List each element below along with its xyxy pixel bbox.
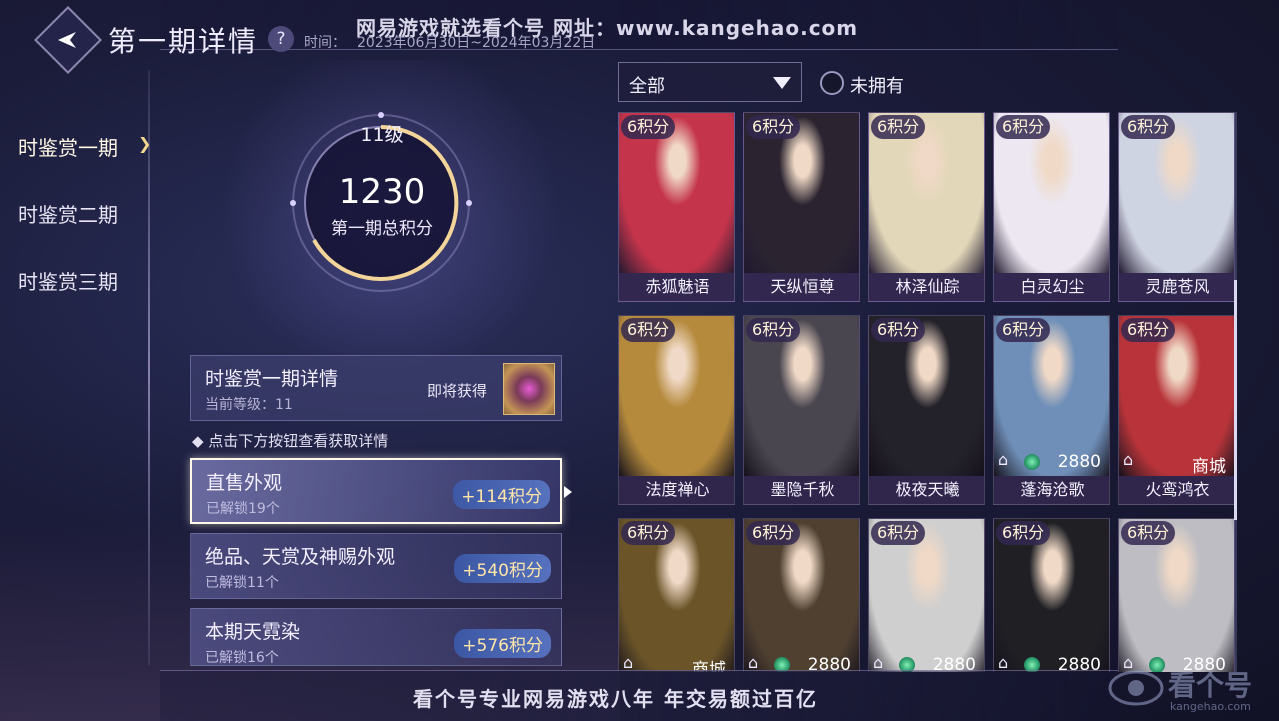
category-unlocked: 已解锁11个 [205,575,279,591]
costume-card[interactable]: 6积分白灵幻尘 [993,112,1110,302]
menu-item-period-2[interactable]: 时鉴赏二期 [18,199,118,228]
card-name: 灵鹿苍风 [1119,273,1234,301]
time-value: 2023年06月30日~2024年03月22日 [357,35,596,51]
detail-title: 时鉴赏一期详情 [205,368,339,390]
help-icon[interactable]: ? [268,26,294,52]
card-points: 6积分 [746,521,801,545]
costume-card[interactable]: 6积分 ⌂ 商城 [618,518,735,672]
costume-card[interactable]: 6积分 ⌂ 2880 [993,518,1110,672]
hint-text: ◆ 点击下方按钮查看获取详情 [192,432,389,450]
lock-icon: ⌂ [998,450,1009,469]
card-name: 赤狐魅语 [619,273,734,301]
menu-item-period-1[interactable]: 时鉴赏一期 [18,132,118,161]
category-unlocked: 已解锁16个 [205,650,279,666]
menu-item-period-3[interactable]: 时鉴赏三期 [18,266,118,295]
card-name: 极夜天曦 [869,476,984,504]
reward-item-icon[interactable] [503,363,555,415]
card-points: 6积分 [996,318,1051,342]
costume-card[interactable]: 6积分墨隐千秋 [743,315,860,505]
card-points: 6积分 [1121,521,1176,545]
card-price: 2880 [1057,452,1101,472]
costume-card[interactable]: 6积分林泽仙踪 [868,112,985,302]
bottom-banner-text: 看个号专业网易游戏八年 年交易额过百亿 [413,687,818,711]
costume-card[interactable]: 6积分法度禅心 [618,315,735,505]
menu-divider [148,70,150,665]
card-shop-label: 商城 [1192,457,1226,477]
category-title: 直售外观 [206,472,283,494]
watermark-text: 看个号 [1168,669,1253,702]
detail-soon-label: 即将获得 [427,382,488,400]
card-name: 法度禅心 [619,476,734,504]
card-name: 白灵幻尘 [994,273,1109,301]
card-name: 林泽仙踪 [869,273,984,301]
costume-card[interactable]: 6积分 ⌂ 2880 [868,518,985,672]
total-score-label: 第一期总积分 [331,219,433,239]
eye-logo-icon [1108,670,1164,706]
card-points: 6积分 [1121,318,1176,342]
time-label: 时间： [304,35,346,51]
category-premium[interactable]: 绝品、天赏及神赐外观 已解锁11个 +540积分 [190,533,562,599]
card-name: 天纵恒尊 [744,273,859,301]
lock-icon: ⌂ [1123,450,1134,469]
card-name: 蓬海沧歌 [994,476,1109,504]
category-unlocked: 已解锁19个 [206,501,280,517]
page-title: 第一期详情 [108,25,259,58]
costume-card[interactable]: 6积分天纵恒尊 [743,112,860,302]
back-arrow-icon [58,32,76,48]
costume-card[interactable]: 6积分 ⌂ 2880 [1118,518,1235,672]
category-title: 绝品、天赏及神赐外观 [205,546,396,568]
costume-card[interactable]: 6积分极夜天曦 [868,315,985,505]
unowned-label: 未拥有 [850,76,904,97]
category-title: 本期天霓染 [205,621,301,643]
card-points: 6积分 [871,115,926,139]
card-points: 6积分 [871,318,926,342]
card-name: 火鸾鸿衣 [1119,476,1234,504]
filter-selected: 全部 [629,76,665,97]
card-points: 6积分 [996,115,1051,139]
total-score: 1230 [338,172,426,212]
category-points: +114积分 [453,480,550,509]
level-text: 11级 [360,124,404,146]
category-direct-sale[interactable]: 直售外观 已解锁19个 +114积分 [190,458,562,524]
card-points: 6积分 [746,115,801,139]
back-button[interactable] [34,6,102,74]
card-name: 墨隐千秋 [744,476,859,504]
watermark-subtext: kangehao.com [1170,700,1251,713]
card-points: 6积分 [621,521,676,545]
detail-level: 当前等级：11 [205,397,293,413]
detail-card[interactable]: 时鉴赏一期详情 当前等级：11 即将获得 [190,355,562,421]
card-points: 6积分 [871,521,926,545]
card-points: 6积分 [621,318,676,342]
unowned-radio[interactable] [820,71,844,95]
filter-dropdown[interactable]: 全部 [618,62,802,102]
card-points: 6积分 [1121,115,1176,139]
card-points: 6积分 [746,318,801,342]
costume-card[interactable]: 6积分 ⌂ 2880 蓬海沧歌 [993,315,1110,505]
category-points: +540积分 [454,554,551,583]
category-points: +576积分 [454,629,551,658]
costume-card[interactable]: 6积分 ⌂ 商城 火鸾鸿衣 [1118,315,1235,505]
scrollbar-thumb[interactable] [1234,280,1237,520]
jade-currency-icon [1024,454,1040,470]
card-points: 6积分 [621,115,676,139]
active-marker-icon: ❯ [138,134,152,153]
costume-card[interactable]: 6积分 ⌂ 2880 [743,518,860,672]
costume-card[interactable]: 6积分灵鹿苍风 [1118,112,1235,302]
selected-arrow-icon [564,486,572,498]
costume-grid: 6积分 赤狐魅语 6积分 天纵恒尊 6积分 林泽仙踪 6积分 白灵幻尘 6积分 灵鹿苍风 6积分 法度… [618,112,1236,672]
costume-card[interactable]: 6积分赤狐魅语 [618,112,735,302]
category-dye[interactable]: 本期天霓染 已解锁16个 +576积分 [190,608,562,666]
card-points: 6积分 [996,521,1051,545]
triangle-down-icon [773,77,791,89]
